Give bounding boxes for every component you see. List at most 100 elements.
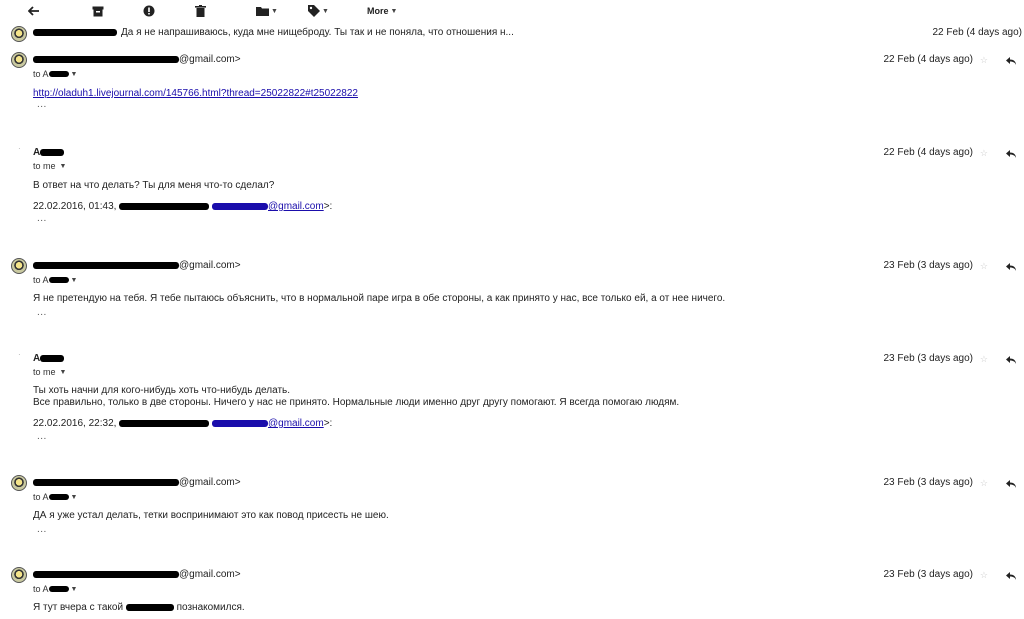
message-date: 23 Feb (3 days ago) [883, 477, 974, 488]
recipient-label: to A [33, 275, 49, 285]
report-spam-icon [143, 5, 155, 17]
more-label: More [367, 6, 389, 16]
redacted-email [211, 419, 268, 427]
chevron-down-icon: ▼ [390, 7, 398, 15]
sender: @gmail.com> [33, 477, 241, 488]
show-trimmed-content[interactable]: ... [37, 307, 47, 318]
message-date: 23 Feb (3 days ago) [883, 569, 974, 580]
toolbar: ▼ ▼ More ▼ [0, 0, 1024, 22]
trash-icon [195, 5, 206, 17]
collapsed-date: 22 Feb (4 days ago) [932, 27, 1023, 38]
quote-header: 22.02.2016, 22:32, @gmail.com>: [33, 418, 332, 430]
labels-button[interactable]: ▼ [308, 3, 329, 19]
message-link[interactable]: http://oladuh1.livejournal.com/145766.ht… [33, 88, 358, 99]
redacted-name [33, 29, 117, 36]
recipient-line[interactable]: to A ▼ [33, 275, 77, 285]
folder-icon [256, 7, 269, 16]
reply-icon[interactable] [1005, 355, 1017, 365]
collapsed-message-row[interactable]: Да я не напрашиваюсь, куда мне нищеброду… [0, 24, 1024, 42]
redacted-name [33, 479, 179, 486]
redacted-name [48, 586, 69, 592]
reply-icon[interactable] [1005, 479, 1017, 489]
sender: @gmail.com> [33, 260, 241, 271]
redacted-name [48, 277, 69, 283]
star-icon[interactable]: ☆ [980, 570, 988, 581]
quote-email: @gmail.com [267, 418, 324, 429]
more-button[interactable]: More ▼ [367, 3, 397, 19]
message-body-prefix: Я тут вчера с такой [33, 602, 124, 613]
redacted-name [48, 71, 69, 77]
recipient-label: to A [33, 69, 49, 79]
recipient-line[interactable]: to A ▼ [33, 584, 77, 594]
show-trimmed-content[interactable]: ... [37, 431, 47, 442]
reply-icon[interactable] [1005, 571, 1017, 581]
star-icon[interactable]: ☆ [980, 148, 988, 159]
back-arrow-icon [28, 6, 39, 16]
avatar [11, 26, 27, 42]
sender-email-suffix: @gmail.com> [179, 54, 241, 65]
quote-suffix: >: [323, 201, 333, 212]
chevron-down-icon: ▼ [322, 7, 329, 15]
message-body-suffix: познакомился. [176, 602, 245, 613]
sender: A [33, 353, 65, 364]
quote-date: 22.02.2016, 22:32, [33, 418, 117, 429]
message-date: 22 Feb (4 days ago) [883, 54, 974, 65]
collapsed-sender: Да я не напрашиваюсь, куда мне нищеброду… [33, 27, 514, 38]
recipient-line[interactable]: to A ▼ [33, 69, 77, 79]
message-date: 23 Feb (3 days ago) [883, 353, 974, 364]
show-trimmed-content[interactable]: ... [37, 213, 47, 224]
avatar [11, 52, 27, 68]
message-body: http://oladuh1.livejournal.com/145766.ht… [33, 88, 358, 100]
star-icon[interactable]: ☆ [980, 354, 988, 365]
sender: A [33, 147, 65, 158]
redacted-word [125, 603, 174, 611]
redacted-name [33, 571, 179, 578]
reply-icon[interactable] [1005, 149, 1017, 159]
star-icon[interactable]: ☆ [980, 261, 988, 272]
avatar [11, 475, 27, 491]
redacted-name [119, 202, 210, 210]
recipient-label: to me [33, 367, 56, 377]
message-body-line: Все правильно, только в две стороны. Нич… [33, 397, 680, 408]
archive-button[interactable] [92, 3, 104, 19]
delete-button[interactable] [195, 3, 206, 19]
quote-suffix: >: [323, 418, 333, 429]
message-date: 22 Feb (4 days ago) [883, 147, 974, 158]
recipient-line[interactable]: to A ▼ [33, 492, 77, 502]
avatar: · [18, 350, 21, 359]
message-date: 23 Feb (3 days ago) [883, 260, 974, 271]
star-icon[interactable]: ☆ [980, 55, 988, 66]
reply-icon[interactable] [1005, 262, 1017, 272]
archive-icon [92, 6, 104, 16]
redacted-name [33, 56, 179, 63]
star-icon[interactable]: ☆ [980, 478, 988, 489]
redacted-name [40, 355, 65, 362]
redacted-name [48, 494, 69, 500]
chevron-down-icon: ▼ [59, 162, 67, 170]
message-body: ДА я уже устал делать, тетки воспринимаю… [33, 510, 389, 521]
avatar [11, 258, 27, 274]
quote-email-link[interactable]: @gmail.com [211, 418, 324, 429]
recipient-line[interactable]: to me ▼ [33, 161, 66, 171]
report-spam-button[interactable] [143, 3, 155, 19]
reply-icon[interactable] [1005, 56, 1017, 66]
redacted-email [211, 202, 268, 210]
back-button[interactable] [28, 3, 40, 19]
sender-email-suffix: @gmail.com> [179, 569, 241, 580]
move-to-folder-button[interactable]: ▼ [256, 3, 278, 19]
quote-date: 22.02.2016, 01:43, [33, 201, 117, 212]
sender-email-suffix: @gmail.com> [179, 260, 241, 271]
chevron-down-icon: ▼ [70, 276, 78, 284]
message-body: Я тут вчера с такой познакомился. [33, 602, 245, 614]
collapsed-snippet: Да я не напрашиваюсь, куда мне нищеброду… [121, 27, 514, 38]
sender: @gmail.com> [33, 54, 241, 65]
quote-email-link[interactable]: @gmail.com [211, 201, 324, 212]
show-trimmed-content[interactable]: ... [37, 524, 47, 535]
recipient-line[interactable]: to me ▼ [33, 367, 66, 377]
show-trimmed-content[interactable]: ... [37, 99, 47, 110]
quote-header: 22.02.2016, 01:43, @gmail.com>: [33, 201, 332, 213]
quote-email: @gmail.com [267, 201, 324, 212]
chevron-down-icon: ▼ [70, 70, 78, 78]
recipient-label: to A [33, 492, 49, 502]
sender-email-suffix: @gmail.com> [179, 477, 241, 488]
